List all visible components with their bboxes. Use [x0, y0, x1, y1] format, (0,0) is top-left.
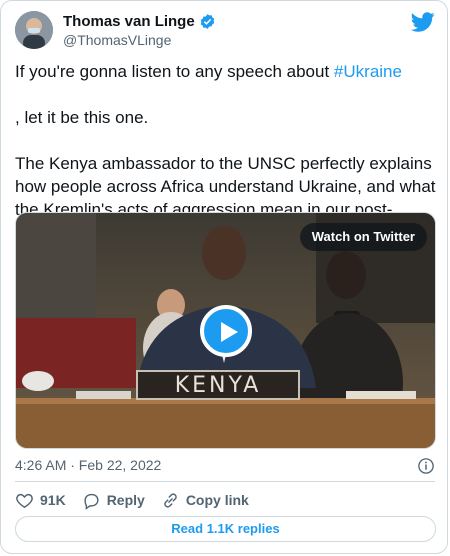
ukraine-flag-emoji — [15, 88, 35, 102]
tweet-meta: 4:26 AM · Feb 22, 2022 — [15, 457, 437, 475]
tweet-text-segment: If you're gonna listen to any speech abo… — [15, 62, 334, 81]
avatar[interactable] — [15, 11, 53, 49]
read-replies-button[interactable]: Read 1.1K replies — [15, 516, 436, 542]
link-icon — [164, 492, 177, 508]
hashtag-link[interactable]: #Ukraine — [334, 62, 402, 81]
verified-badge-icon — [200, 14, 214, 29]
reply-label: Reply — [106, 492, 145, 508]
info-icon[interactable] — [417, 457, 435, 475]
divider — [15, 481, 435, 482]
tweet-card: Thomas van Linge @ThomasVLinge If you're… — [0, 0, 448, 554]
like-count: 91K — [40, 492, 66, 508]
tweet-paragraph-1: If you're gonna listen to any speech abo… — [15, 60, 437, 106]
play-icon — [221, 322, 238, 342]
reply-button[interactable]: Reply — [82, 491, 145, 510]
heart-icon — [16, 493, 33, 508]
reply-icon — [84, 493, 99, 510]
play-button[interactable] — [200, 305, 252, 357]
author-name[interactable]: Thomas van Linge — [63, 13, 195, 30]
watch-on-twitter-button[interactable]: Watch on Twitter — [299, 223, 427, 251]
author-handle[interactable]: @ThomasVLinge — [63, 32, 216, 48]
tweet-header: Thomas van Linge @ThomasVLinge — [15, 10, 437, 54]
tweet-text-segment: , let it be this one. — [15, 108, 149, 127]
copy-link-button[interactable]: Copy link — [161, 491, 249, 510]
action-bar: 91K Reply Copy link — [15, 488, 265, 512]
author-block[interactable]: Thomas van Linge @ThomasVLinge — [63, 13, 216, 48]
video-player[interactable]: Watch on Twitter KENYA — [15, 212, 436, 449]
nameplate: KENYA — [136, 370, 300, 400]
like-button[interactable]: 91K — [15, 491, 66, 510]
timestamp[interactable]: 4:26 AM · Feb 22, 2022 — [15, 457, 161, 473]
copy-link-label: Copy link — [185, 492, 249, 508]
twitter-bird-icon[interactable] — [411, 10, 435, 34]
